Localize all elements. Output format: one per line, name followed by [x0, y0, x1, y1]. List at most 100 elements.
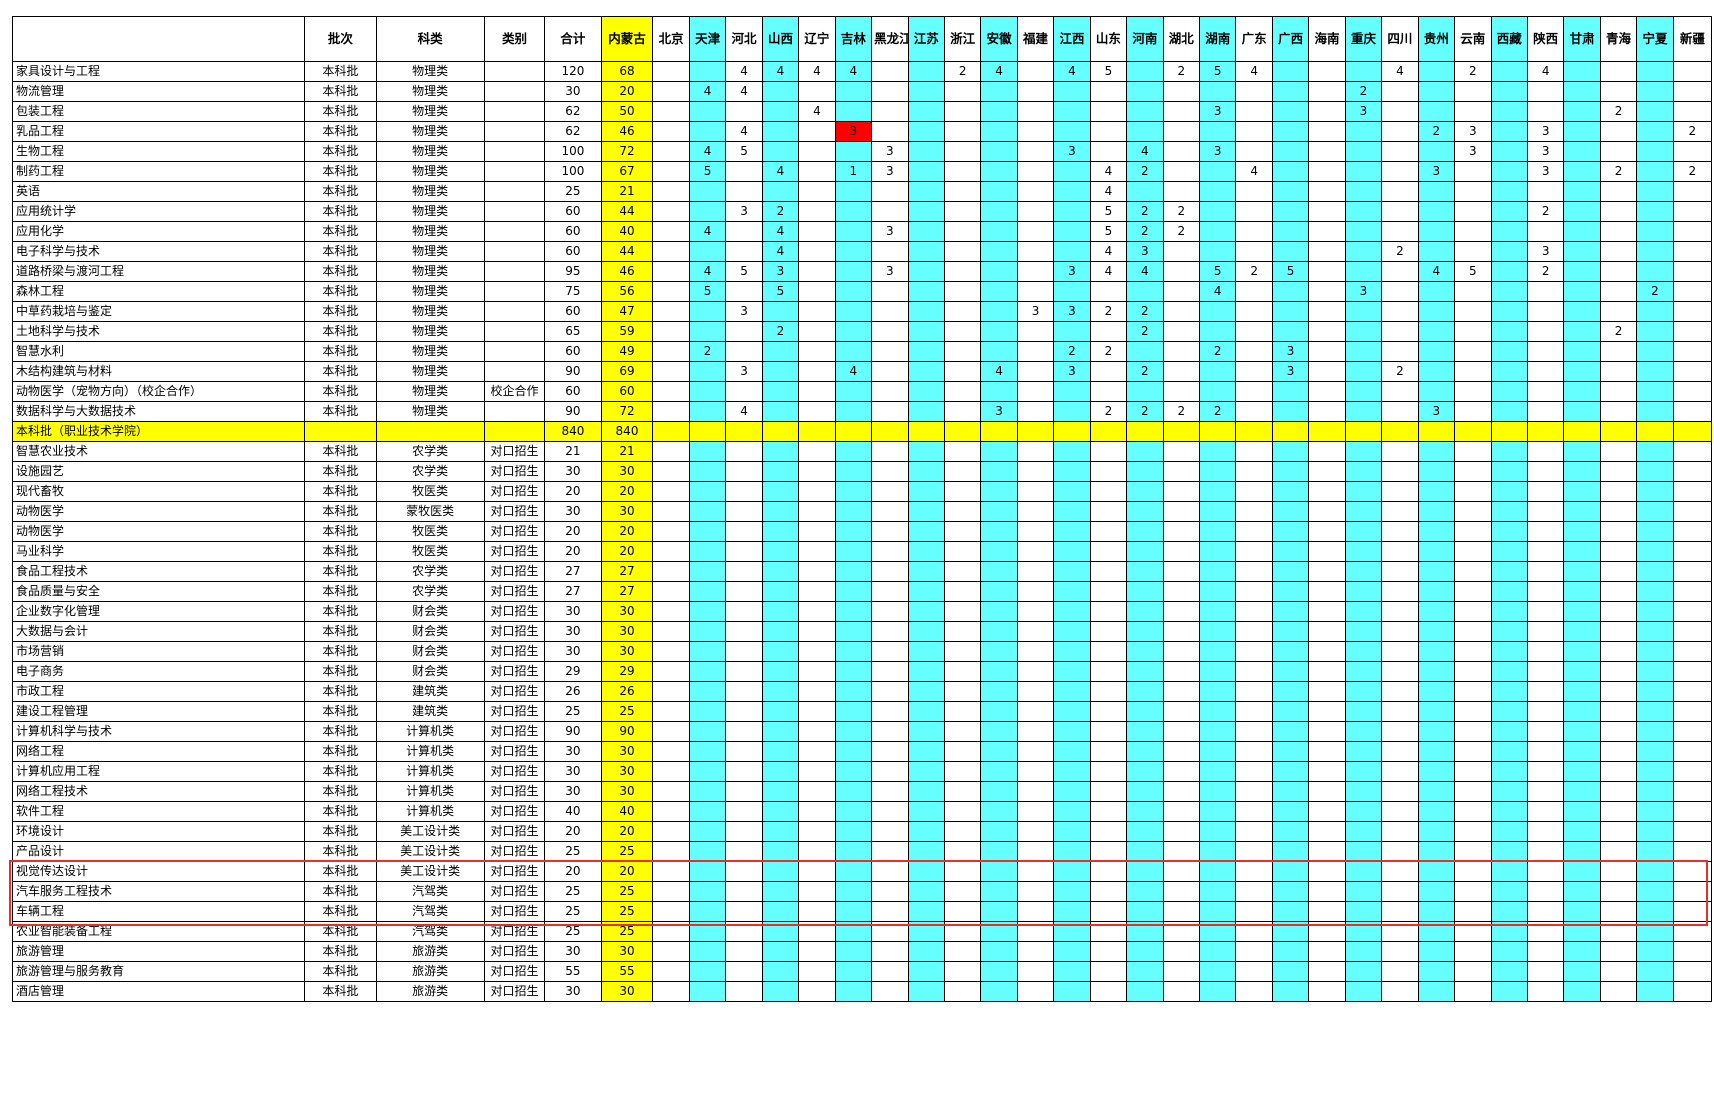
- table-cell: [871, 901, 909, 922]
- table-row: 生物工程 本科批 物理类 100 72 4 5 3 3 4 3 3 3: [11, 141, 1713, 162]
- table-cell: [1381, 581, 1419, 602]
- table-cell: [761, 481, 800, 502]
- table-cell: 40: [544, 801, 602, 822]
- table-cell: 2: [1599, 161, 1638, 182]
- table-cell: 65: [544, 321, 602, 342]
- table-cell: [798, 661, 836, 682]
- table-cell: [1490, 861, 1528, 882]
- table-cell: [1381, 461, 1419, 482]
- table-cell: [907, 61, 945, 82]
- table-cell: [483, 281, 546, 302]
- table-cell: [907, 981, 945, 1002]
- table-cell: 5: [1271, 261, 1310, 282]
- table-cell: [1162, 761, 1201, 782]
- table-cell: [980, 921, 1018, 942]
- table-cell: [1599, 61, 1638, 82]
- table-cell: 本科批: [304, 261, 377, 282]
- table-cell: [652, 161, 690, 182]
- table-cell: [1672, 61, 1713, 82]
- table-cell: [1599, 441, 1638, 462]
- table-cell: [761, 361, 800, 382]
- table-cell: [1599, 801, 1638, 822]
- table-cell: [1053, 481, 1091, 502]
- table-cell: [1308, 661, 1346, 682]
- table-body: 家具设计与工程 本科批 物理类 120 68 4 4 4 4 2 4 4 5 2 5 4 4 2 4 物流管理 本科批物…: [11, 61, 1713, 1002]
- table-cell: [1271, 781, 1310, 802]
- table-cell: [1526, 181, 1565, 202]
- table-cell: [1490, 421, 1528, 442]
- table-cell: [652, 281, 690, 302]
- table-cell: [1454, 201, 1492, 222]
- table-cell: [943, 581, 982, 602]
- table-cell: [1526, 281, 1565, 302]
- table-cell: [980, 461, 1018, 482]
- table-cell: [1417, 301, 1456, 322]
- table-cell: [1344, 481, 1383, 502]
- table-cell: [1636, 121, 1674, 142]
- table-cell: [1454, 741, 1492, 762]
- table-cell: 5: [1199, 61, 1237, 82]
- row-name-cell: 产品设计: [11, 841, 306, 862]
- table-cell: [1199, 741, 1237, 762]
- table-cell: [1016, 161, 1055, 182]
- table-cell: [1199, 781, 1237, 802]
- table-cell: 4: [725, 81, 763, 102]
- table-cell: [1490, 881, 1528, 902]
- table-cell: 25: [544, 901, 602, 922]
- table-cell: [1563, 561, 1601, 582]
- table-cell: [652, 441, 690, 462]
- table-cell: [1563, 621, 1601, 642]
- table-cell: 5: [688, 281, 727, 302]
- table-cell: 本科批: [304, 661, 377, 682]
- table-cell: [1271, 321, 1310, 342]
- row-name-cell: 大数据与会计: [11, 621, 306, 642]
- table-cell: [1089, 281, 1128, 302]
- table-cell: [943, 441, 982, 462]
- table-cell: [761, 541, 800, 562]
- table-cell: [1235, 461, 1273, 482]
- table-cell: [1016, 181, 1055, 202]
- table-cell: [1417, 521, 1456, 542]
- table-cell: [1016, 201, 1055, 222]
- table-cell: [1235, 381, 1273, 402]
- table-cell: [1308, 861, 1346, 882]
- table-row: 家具设计与工程 本科批 物理类 120 68 4 4 4 4 2 4 4 5 2 5 4 4 2 4: [11, 61, 1713, 82]
- table-cell: [1053, 801, 1091, 822]
- table-cell: [688, 721, 727, 742]
- table-cell: [980, 701, 1018, 722]
- table-cell: [725, 901, 763, 922]
- table-cell: [761, 821, 800, 842]
- table-cell: [871, 541, 909, 562]
- table-cell: [1271, 961, 1310, 982]
- table-cell: [725, 701, 763, 722]
- table-cell: [871, 561, 909, 582]
- table-cell: [943, 201, 982, 222]
- row-name-cell: 电子商务: [11, 661, 306, 682]
- table-cell: [652, 781, 690, 802]
- table-cell: [1563, 661, 1601, 682]
- table-cell: [1162, 901, 1201, 922]
- table-cell: [1016, 81, 1055, 102]
- table-cell: [1490, 381, 1528, 402]
- table-cell: 农学类: [375, 441, 485, 462]
- table-cell: [1563, 121, 1601, 142]
- table-cell: [1672, 341, 1713, 362]
- table-cell: [688, 781, 727, 802]
- column-header: 北京: [652, 16, 690, 62]
- table-cell: [1526, 881, 1565, 902]
- table-cell: 物理类: [375, 241, 485, 262]
- table-cell: [652, 421, 690, 442]
- table-cell: 3: [1454, 141, 1492, 162]
- table-cell: 3: [725, 301, 763, 322]
- table-cell: [1235, 141, 1273, 162]
- table-cell: [943, 941, 982, 962]
- table-cell: [980, 801, 1018, 822]
- table-cell: [1271, 141, 1310, 162]
- table-cell: [834, 961, 873, 982]
- table-cell: [1162, 321, 1201, 342]
- table-cell: [1089, 981, 1128, 1002]
- table-cell: [1417, 421, 1456, 442]
- table-cell: [980, 441, 1018, 462]
- table-cell: [1308, 481, 1346, 502]
- table-cell: [1454, 961, 1492, 982]
